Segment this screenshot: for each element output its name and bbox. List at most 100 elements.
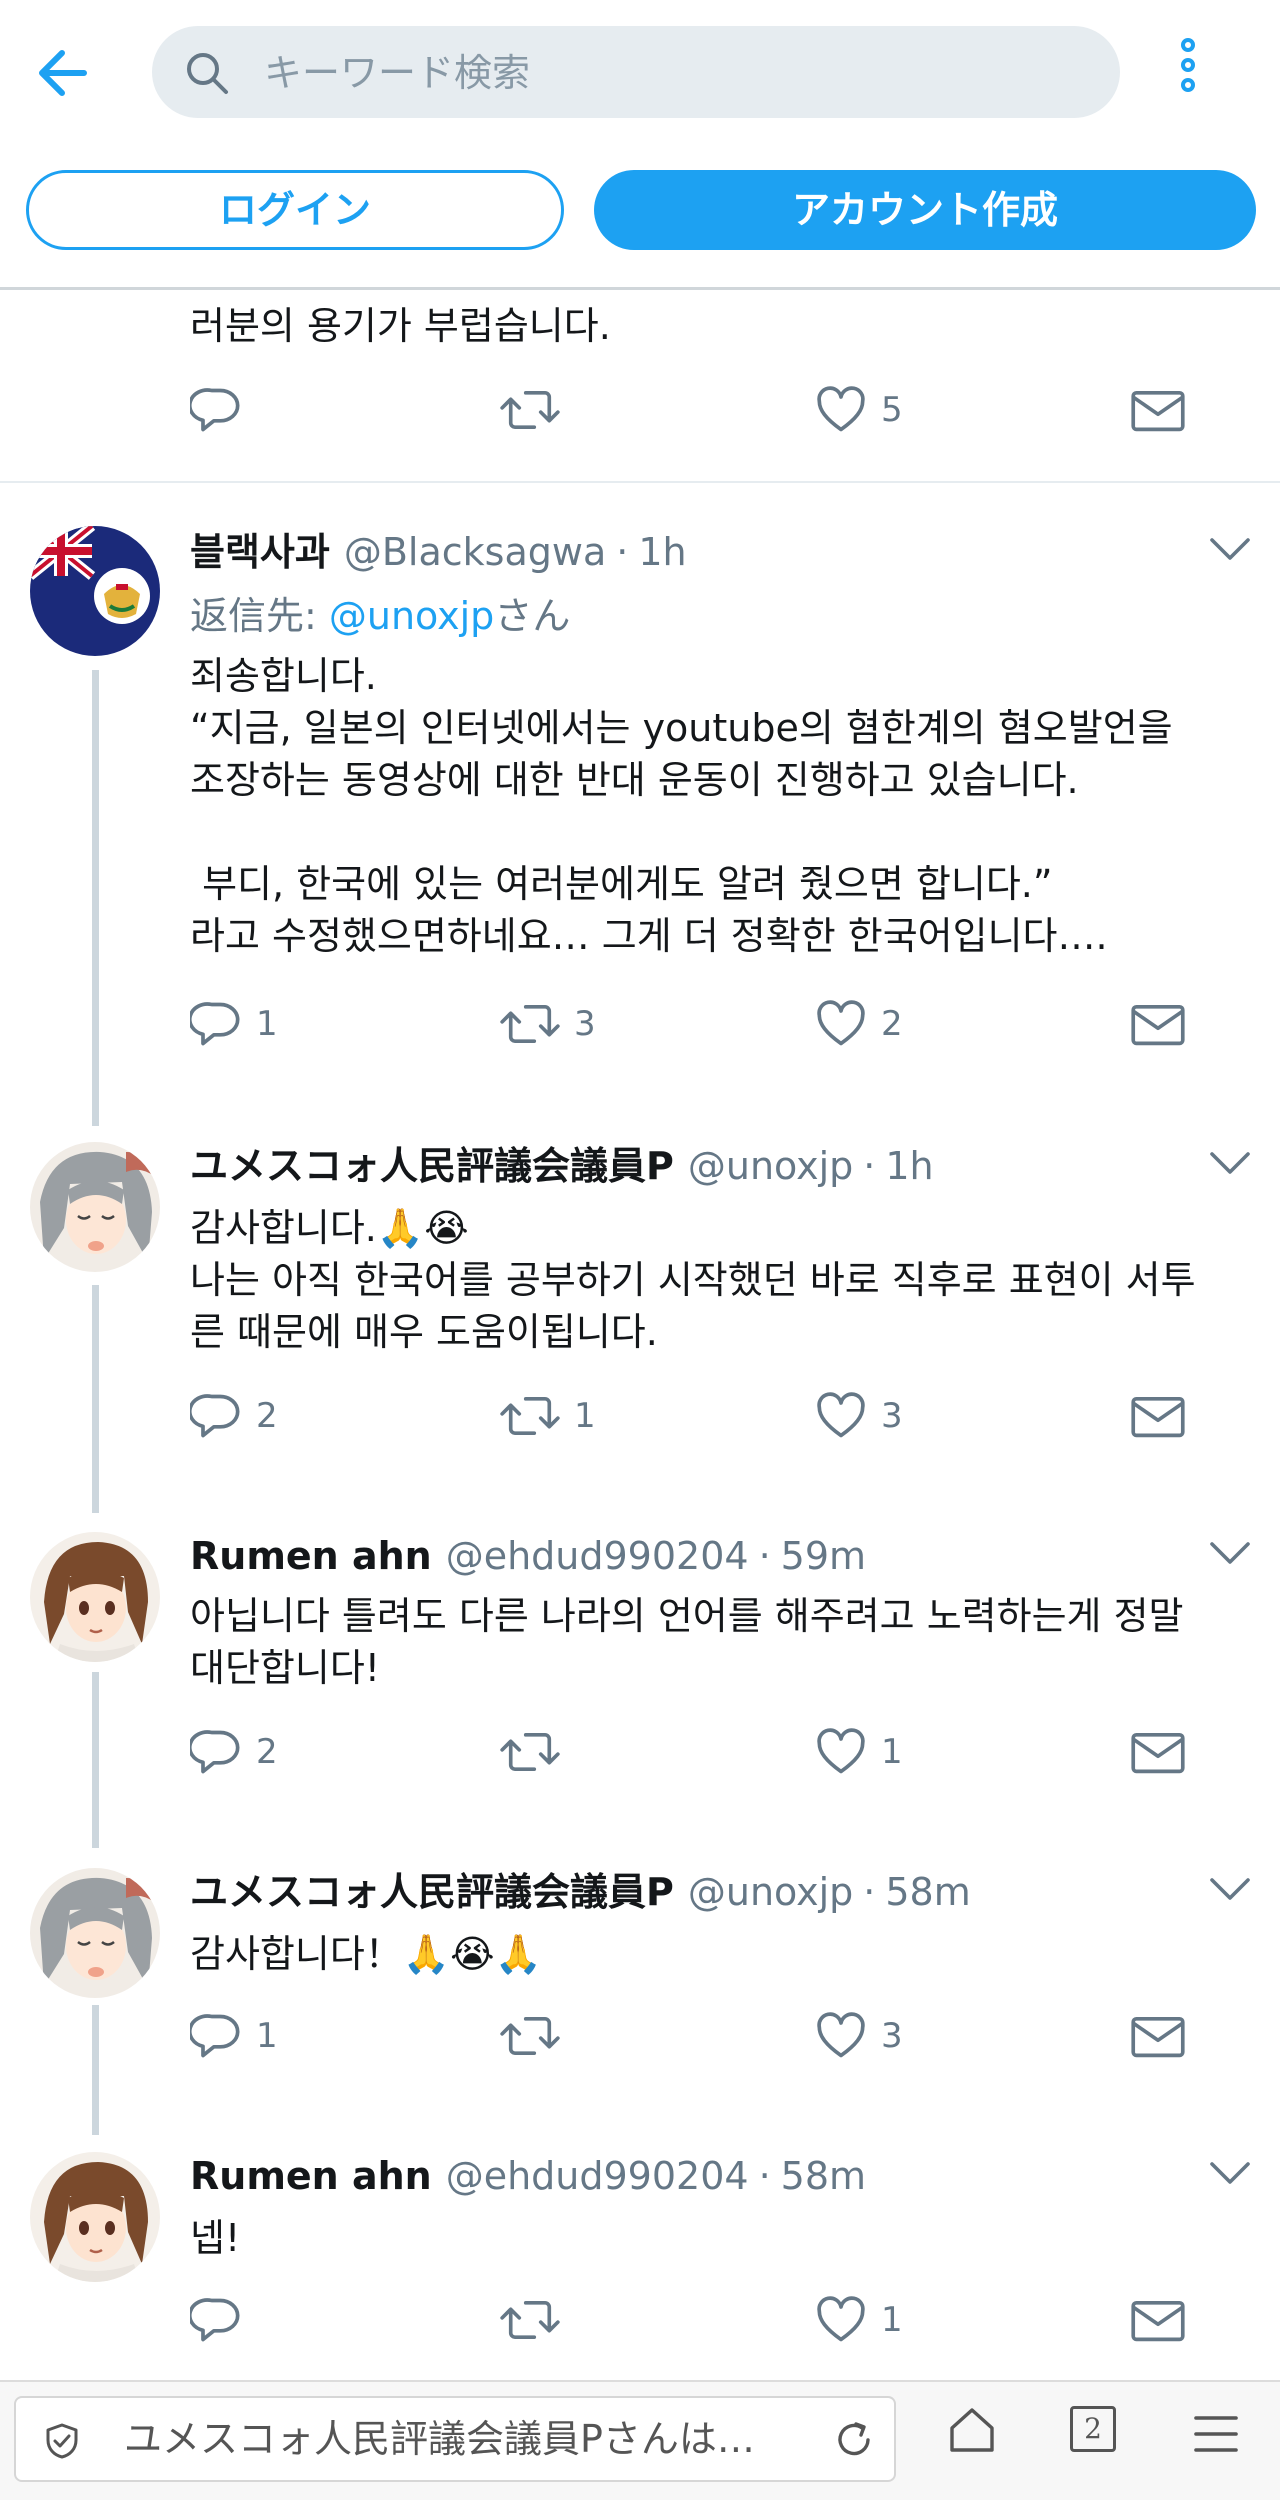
timestamp[interactable]: 1h bbox=[638, 530, 686, 574]
avatar[interactable] bbox=[30, 1142, 160, 1272]
reply-button[interactable] bbox=[190, 2290, 256, 2350]
mail-icon bbox=[1130, 998, 1186, 1050]
like-count: 1 bbox=[881, 2300, 903, 2340]
tweet-text-line: 라고 수정했으면하네요… 그게 더 정확한 한국어입니다…. bbox=[190, 914, 1108, 958]
direct-message-button[interactable] bbox=[1130, 2290, 1186, 2350]
chevron-down-icon[interactable] bbox=[1208, 1148, 1252, 1178]
shield-icon[interactable] bbox=[44, 2422, 80, 2464]
timestamp[interactable]: 58m bbox=[885, 1870, 970, 1914]
mail-icon bbox=[1130, 1726, 1186, 1778]
timestamp[interactable]: 58m bbox=[781, 2154, 866, 2198]
like-count: 3 bbox=[881, 2016, 903, 2056]
search-bar[interactable] bbox=[152, 26, 1120, 120]
heart-icon bbox=[815, 2294, 867, 2346]
flag-avatar-image bbox=[30, 526, 160, 656]
like-count: 2 bbox=[881, 1004, 903, 1044]
heart-icon bbox=[815, 1390, 867, 1442]
hamburger-menu-icon[interactable] bbox=[1192, 2412, 1240, 2460]
tweet-header: Rumen ahn @ehdud990204 · 59m bbox=[190, 1528, 1180, 1584]
tweet-text: 러분의 용기가 부럽습니다. bbox=[190, 300, 1250, 352]
timestamp[interactable]: 59m bbox=[781, 1534, 866, 1578]
mail-icon bbox=[1130, 2294, 1186, 2346]
tweet-actions: 2 1 3 bbox=[190, 1386, 1210, 1446]
tweet-actions: 1 3 bbox=[190, 2006, 1210, 2066]
user-handle[interactable]: @unoxjp bbox=[688, 1870, 853, 1914]
like-button[interactable]: 1 bbox=[815, 1722, 903, 1782]
tweet-header: ユメスコォ人民評議会議員P @unoxjp · 1h bbox=[190, 1138, 1180, 1194]
back-arrow-icon[interactable] bbox=[30, 38, 100, 108]
retweet-button[interactable] bbox=[500, 1722, 574, 1782]
retweet-button[interactable] bbox=[500, 380, 574, 440]
display-name[interactable]: Rumen ahn bbox=[190, 1534, 432, 1578]
user-handle[interactable]: @ehdud990204 bbox=[446, 1534, 749, 1578]
tweet-text: 아닙니다 틀려도 다른 나라의 언어를 해주려고 노력하는게 정말 대단합니다! bbox=[190, 1590, 1250, 1694]
direct-message-button[interactable] bbox=[1130, 994, 1186, 1054]
thread-line bbox=[92, 670, 99, 1126]
tweet-text-line: 러분의 용기가 부럽습니다. bbox=[190, 304, 611, 348]
like-button[interactable]: 3 bbox=[815, 2006, 903, 2066]
signup-button[interactable]: アカウント作成 bbox=[594, 170, 1256, 250]
heart-icon bbox=[815, 384, 867, 436]
login-button[interactable]: ログイン bbox=[26, 170, 564, 250]
like-button[interactable]: 1 bbox=[815, 2290, 903, 2350]
retweet-button[interactable]: 1 bbox=[500, 1386, 596, 1446]
chevron-down-icon[interactable] bbox=[1208, 1874, 1252, 1904]
tweet-text: 죄송합니다. “지금, 일본의 인터넷에서는 youtube의 혐한계의 혐오발… bbox=[190, 650, 1250, 962]
tabs-count-button[interactable]: 2 bbox=[1070, 2406, 1116, 2452]
retweet-button[interactable] bbox=[500, 2006, 574, 2066]
reply-icon bbox=[190, 2010, 242, 2062]
user-handle[interactable]: @unoxjp bbox=[688, 1144, 853, 1188]
timestamp[interactable]: 1h bbox=[885, 1144, 933, 1188]
display-name[interactable]: Rumen ahn bbox=[190, 2154, 432, 2198]
reply-button[interactable]: 2 bbox=[190, 1722, 278, 1782]
display-name[interactable]: 블랙사과 bbox=[190, 530, 330, 574]
direct-message-button[interactable] bbox=[1130, 1722, 1186, 1782]
direct-message-button[interactable] bbox=[1130, 1386, 1186, 1446]
tweet-text: 감사합니다.🙏😭 나는 아직 한국어를 공부하기 시작했던 바로 직후로 표현이… bbox=[190, 1202, 1250, 1358]
reply-button[interactable]: 1 bbox=[190, 994, 278, 1054]
reload-icon[interactable] bbox=[832, 2418, 876, 2466]
display-name[interactable]: ユメスコォ人民評議会議員P bbox=[190, 1144, 674, 1188]
reply-button[interactable]: 2 bbox=[190, 1386, 278, 1446]
chevron-down-icon[interactable] bbox=[1208, 534, 1252, 564]
like-button[interactable]: 5 bbox=[815, 380, 903, 440]
retweet-button[interactable]: 3 bbox=[500, 994, 596, 1054]
user-handle[interactable]: @Blacksagwa bbox=[344, 530, 606, 574]
direct-message-button[interactable] bbox=[1130, 380, 1186, 440]
separator-dot: · bbox=[616, 530, 629, 574]
like-button[interactable]: 3 bbox=[815, 1386, 903, 1446]
retweet-icon bbox=[500, 1390, 560, 1442]
tweet-text-line: 부디, 한국에 있는 여러분에게도 알려 줬으면 합니다.” bbox=[190, 862, 1053, 906]
reply-icon bbox=[190, 1390, 242, 1442]
chevron-down-icon[interactable] bbox=[1208, 2158, 1252, 2188]
address-bar[interactable]: ユメスコォ人民評議会議員Pさんは… bbox=[14, 2396, 896, 2482]
retweet-button[interactable] bbox=[500, 2290, 574, 2350]
reply-context: 返信先: @unoxjpさん bbox=[190, 590, 570, 642]
mention-link[interactable]: @unoxjp bbox=[329, 594, 494, 638]
chevron-down-icon[interactable] bbox=[1208, 1538, 1252, 1568]
avatar[interactable] bbox=[30, 2152, 160, 2282]
reply-count: 2 bbox=[256, 1396, 278, 1436]
retweet-icon bbox=[500, 1726, 560, 1778]
tweet-divider bbox=[0, 481, 1280, 483]
reply-button[interactable]: 1 bbox=[190, 2006, 278, 2066]
like-button[interactable]: 2 bbox=[815, 994, 903, 1054]
retweet-count: 1 bbox=[574, 1396, 596, 1436]
reply-count: 1 bbox=[256, 2016, 278, 2056]
avatar[interactable] bbox=[30, 526, 160, 656]
display-name[interactable]: ユメスコォ人民評議会議員P bbox=[190, 1870, 674, 1914]
search-input[interactable] bbox=[262, 26, 1086, 120]
tweet-actions: 1 3 2 bbox=[190, 994, 1210, 1054]
avatar[interactable] bbox=[30, 1868, 160, 1998]
user-handle[interactable]: @ehdud990204 bbox=[446, 2154, 749, 2198]
reply-icon bbox=[190, 384, 242, 436]
tweet-actions: 1 bbox=[190, 2290, 1210, 2350]
avatar[interactable] bbox=[30, 1532, 160, 1662]
tweet-header: ユメスコォ人民評議会議員P @unoxjp · 58m bbox=[190, 1864, 1180, 1920]
more-menu-icon[interactable] bbox=[1168, 38, 1208, 108]
tweet-text-line: 감사합니다.🙏😭 bbox=[190, 1206, 469, 1250]
reply-button[interactable] bbox=[190, 380, 256, 440]
direct-message-button[interactable] bbox=[1130, 2006, 1186, 2066]
tweet-text-line bbox=[190, 806, 1250, 858]
home-icon[interactable] bbox=[946, 2404, 998, 2460]
